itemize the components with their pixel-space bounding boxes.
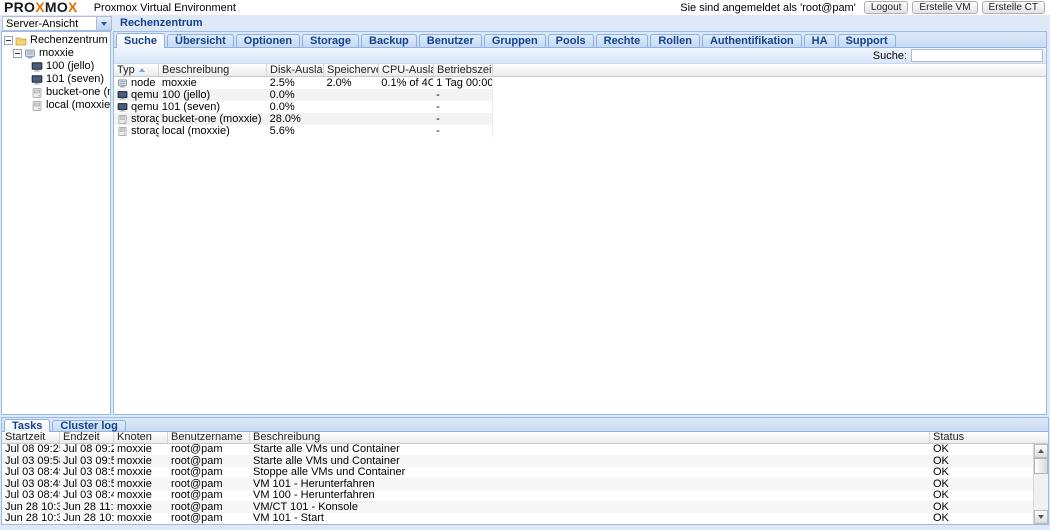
- sort-asc-icon: [139, 68, 145, 72]
- vm-icon: [31, 61, 43, 73]
- search-input[interactable]: [911, 49, 1043, 62]
- top-bar: PROXMOX Proxmox Virtual Environment Sie …: [0, 0, 1050, 15]
- status-value: OK: [930, 513, 1033, 524]
- tab-gruppen[interactable]: Gruppen: [484, 34, 546, 47]
- view-selector[interactable]: Server-Ansicht: [2, 16, 112, 31]
- column-header-speicher[interactable]: Speicherverbrauch: [324, 64, 379, 76]
- task-grid-header: Startzeit Endzeit Knoten Benutzername Be…: [2, 432, 1048, 444]
- table-row[interactable]: Jul 08 09:25:12 Jul 08 09:25:12 moxxie r…: [2, 444, 1033, 456]
- status-value: OK: [930, 456, 1033, 467]
- tab-storage[interactable]: Storage: [302, 34, 359, 47]
- table-row[interactable]: qemu 100 (jello) 0.0% -: [114, 89, 492, 101]
- tree-item-storage-bucket-one[interactable]: bucket-one (moxxie): [2, 86, 110, 99]
- status-value: OK: [930, 502, 1033, 513]
- page-title: Rechenzentrum: [120, 17, 203, 29]
- scroll-down-icon[interactable]: [1034, 510, 1048, 524]
- table-row[interactable]: Jul 03 09:58:33 Jul 03 09:58:33 moxxie r…: [2, 456, 1033, 468]
- column-header-beschreibung[interactable]: Beschreibung: [250, 432, 930, 443]
- create-ct-button[interactable]: Erstelle CT: [982, 1, 1045, 14]
- resource-grid-body: node moxxie 2.5% 2.0% 0.1% of 4CPUs 1 Ta…: [114, 77, 493, 137]
- tab-pools[interactable]: Pools: [548, 34, 594, 47]
- tab-optionen[interactable]: Optionen: [236, 34, 300, 47]
- status-value: OK: [930, 490, 1033, 501]
- task-tabbar: Tasks Cluster log: [2, 418, 1048, 432]
- storage-icon: [117, 126, 128, 137]
- tab-authentifikation[interactable]: Authentifikation: [702, 34, 802, 47]
- tree-item-moxxie[interactable]: moxxie: [2, 47, 110, 60]
- resource-tree: Rechenzentrum moxxie 100 (jello) 101 (se…: [1, 31, 111, 415]
- column-header-disk[interactable]: Disk-Auslastung: [267, 64, 324, 76]
- column-header-knoten[interactable]: Knoten: [114, 432, 168, 443]
- storage-icon: [31, 87, 43, 99]
- tab-rechte[interactable]: Rechte: [596, 34, 649, 47]
- vm-icon: [117, 102, 128, 113]
- datacenter-tabbar: Suche Übersicht Optionen Storage Backup …: [114, 32, 1046, 48]
- tab-rollen[interactable]: Rollen: [650, 34, 700, 47]
- logout-button[interactable]: Logout: [864, 1, 909, 14]
- scrollbar-thumb[interactable]: [1034, 458, 1048, 474]
- resource-grid-header: Typ Beschreibung Disk-Auslastung Speiche…: [114, 64, 1046, 77]
- node-icon: [117, 78, 128, 89]
- tab-tasks[interactable]: Tasks: [4, 419, 50, 432]
- scroll-up-icon[interactable]: [1034, 444, 1048, 458]
- table-row[interactable]: Jul 03 08:49:29 Jul 03 08:52:33 moxxie r…: [2, 467, 1033, 479]
- tab-ha[interactable]: HA: [804, 34, 836, 47]
- tab-benutzer[interactable]: Benutzer: [419, 34, 482, 47]
- column-header-filler: [493, 64, 1046, 76]
- tab-uebersicht[interactable]: Übersicht: [167, 34, 234, 47]
- search-label: Suche:: [873, 50, 907, 62]
- tree-item-rechenzentrum[interactable]: Rechenzentrum: [2, 34, 110, 47]
- tab-backup[interactable]: Backup: [361, 34, 417, 47]
- tab-cluster-log[interactable]: Cluster log: [52, 420, 125, 431]
- table-row[interactable]: Jul 03 08:49:29 Jul 03 08:49:36 moxxie r…: [2, 490, 1033, 502]
- folder-icon: [15, 35, 27, 47]
- vm-icon: [117, 90, 128, 101]
- column-header-typ[interactable]: Typ: [114, 64, 159, 76]
- node-icon: [24, 48, 36, 60]
- column-header-cpu[interactable]: CPU-Auslastung: [379, 64, 434, 76]
- vertical-scrollbar[interactable]: [1033, 444, 1048, 524]
- column-header-endzeit[interactable]: Endzeit: [60, 432, 114, 443]
- app-title: Proxmox Virtual Environment: [94, 2, 236, 14]
- table-row[interactable]: Jul 03 08:49:29 Jul 03 08:52:33 moxxie r…: [2, 479, 1033, 491]
- table-row[interactable]: qemu 101 (seven) 0.0% -: [114, 101, 492, 113]
- table-row[interactable]: node moxxie 2.5% 2.0% 0.1% of 4CPUs 1 Ta…: [114, 77, 492, 89]
- storage-icon: [31, 100, 43, 112]
- vm-icon: [31, 74, 43, 86]
- datacenter-panel: Suche Übersicht Optionen Storage Backup …: [113, 31, 1047, 415]
- table-row[interactable]: Jun 28 10:31:21 Jun 28 10:31:22 moxxie r…: [2, 513, 1033, 525]
- search-toolbar: Suche:: [114, 48, 1046, 64]
- column-header-beschreibung[interactable]: Beschreibung: [159, 64, 267, 76]
- task-log-panel: Tasks Cluster log Startzeit Endzeit Knot…: [1, 417, 1049, 525]
- tree-item-vm-100[interactable]: 100 (jello): [2, 60, 110, 73]
- table-row[interactable]: storage bucket-one (moxxie) 28.0% -: [114, 113, 492, 125]
- table-row[interactable]: storage local (moxxie) 5.6% -: [114, 125, 492, 137]
- status-value: OK: [930, 479, 1033, 490]
- view-selector-value: Server-Ansicht: [3, 17, 96, 30]
- status-value: OK: [930, 467, 1033, 478]
- column-header-benutzername[interactable]: Benutzername: [168, 432, 250, 443]
- session-area: Sie sind angemeldet als 'root@pam' Logou…: [680, 1, 1050, 14]
- chevron-down-icon[interactable]: [96, 17, 111, 30]
- status-value: OK: [930, 444, 1033, 455]
- tab-suche[interactable]: Suche: [116, 33, 165, 48]
- proxmox-logo: PROXMOX: [0, 0, 78, 15]
- tab-support[interactable]: Support: [838, 34, 896, 47]
- column-header-betriebszeit[interactable]: Betriebszeit: [434, 64, 493, 76]
- tree-item-vm-101[interactable]: 101 (seven): [2, 73, 110, 86]
- login-status: Sie sind angemeldet als 'root@pam': [680, 2, 856, 14]
- create-vm-button[interactable]: Erstelle VM: [912, 1, 977, 14]
- collapse-toggle-icon[interactable]: [13, 49, 22, 58]
- collapse-toggle-icon[interactable]: [4, 36, 13, 45]
- tree-item-storage-local[interactable]: local (moxxie): [2, 99, 110, 112]
- proxmox-app: PROXMOX Proxmox Virtual Environment Sie …: [0, 0, 1050, 530]
- storage-icon: [117, 114, 128, 125]
- column-header-startzeit[interactable]: Startzeit: [2, 432, 60, 443]
- column-header-status[interactable]: Status: [930, 432, 1048, 443]
- table-row[interactable]: Jun 28 10:31:26 Jun 28 11:49:26 moxxie r…: [2, 502, 1033, 514]
- task-grid-body: Jul 08 09:25:12 Jul 08 09:25:12 moxxie r…: [2, 444, 1033, 525]
